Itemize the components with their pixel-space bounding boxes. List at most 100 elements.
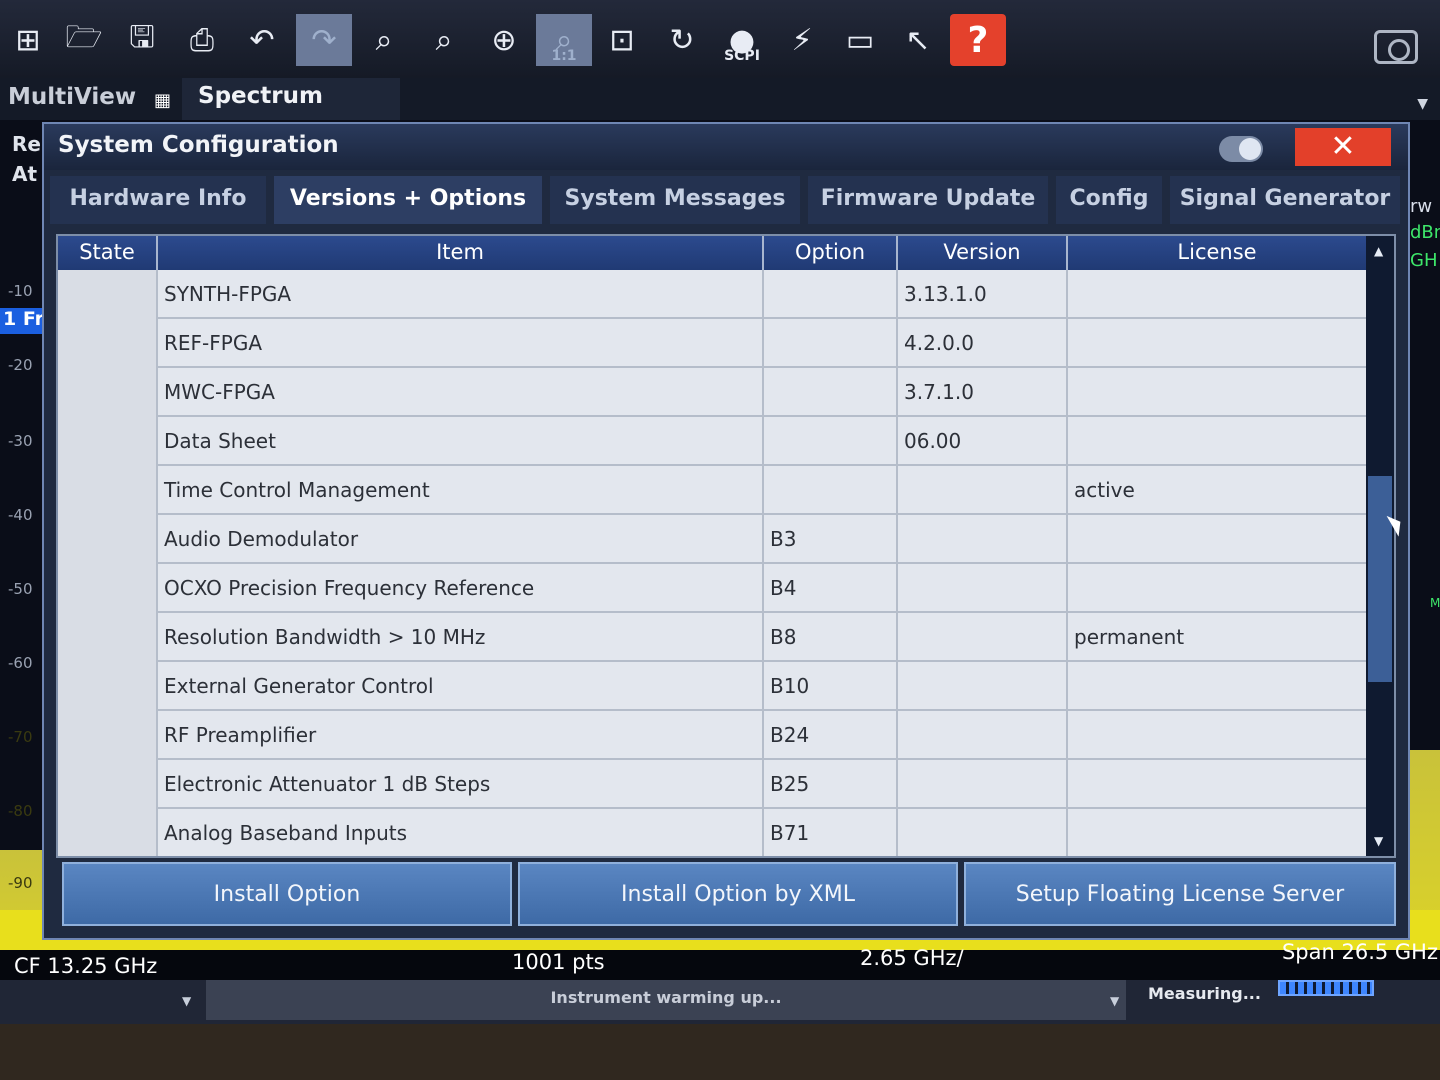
cell-item: RF Preamplifier [158,711,764,760]
cell-license [1068,809,1366,856]
cell-license [1068,319,1366,368]
cell-option [764,466,898,515]
cell-state [58,662,158,711]
status-dropdown[interactable] [8,988,202,1018]
cell-version: 3.7.1.0 [898,368,1068,417]
attenuation-stub: At [12,162,38,186]
dialog-title-bar[interactable]: System Configuration ✕ [44,124,1408,170]
cell-option: B71 [764,809,898,856]
tab-firmware-update[interactable]: Firmware Update [808,176,1048,224]
y-tick: -10 [8,282,33,300]
cell-option [764,319,898,368]
cell-item: Data Sheet [158,417,764,466]
header-option[interactable]: Option [764,236,898,270]
cell-item: Analog Baseband Inputs [158,809,764,856]
chevron-down-icon[interactable]: ▼ [1110,994,1119,1008]
open-folder-icon[interactable]: 🗁 [56,14,112,66]
cell-version [898,760,1068,809]
display-icon[interactable]: ▭ [832,14,888,66]
dialog-title: System Configuration [58,132,339,158]
transparency-toggle[interactable] [1219,136,1263,162]
undo-icon[interactable]: ↶ [234,14,290,66]
refresh-icon[interactable]: ↻ [654,14,710,66]
y-tick: -70 [8,728,33,746]
cell-item: Time Control Management [158,466,764,515]
header-version[interactable]: Version [898,236,1068,270]
cell-version [898,809,1068,856]
multi-zoom-icon[interactable]: ⌕ [416,14,472,66]
table-row[interactable]: RF Preamplifier B24 [58,711,1366,760]
tab-system-messages[interactable]: System Messages [550,176,800,224]
table-row[interactable]: Data Sheet 06.00 [58,417,1366,466]
header-license[interactable]: License [1068,236,1366,270]
full-screen-icon[interactable]: ⊡ [594,14,650,66]
status-message[interactable]: Instrument warming up... [206,980,1126,1020]
cell-version [898,564,1068,613]
setup-floating-license-button[interactable]: Setup Floating License Server [964,862,1396,926]
table-row[interactable]: MWC-FPGA 3.7.1.0 [58,368,1366,417]
y-tick: -30 [8,432,33,450]
cell-state [58,711,158,760]
chevron-down-icon[interactable]: ▼ [1417,96,1428,112]
tab-signal-generator[interactable]: Signal Generator [1170,176,1400,224]
help-icon[interactable]: ? [950,14,1006,66]
system-configuration-dialog: System Configuration ✕ Hardware Info Ver… [42,122,1410,940]
camera-icon[interactable] [1374,30,1418,64]
cell-version [898,515,1068,564]
save-icon[interactable]: 🖫 [114,14,170,66]
cell-state [58,417,158,466]
close-button[interactable]: ✕ [1295,128,1391,166]
windows-icon[interactable]: ⊞ [0,14,56,66]
cell-license [1068,368,1366,417]
cell-state [58,613,158,662]
table-row[interactable]: Time Control Management active [58,466,1366,515]
header-state[interactable]: State [58,236,158,270]
zoom-in-icon[interactable]: ⊕ [476,14,532,66]
cell-option: B25 [764,760,898,809]
cell-state [58,515,158,564]
y-tick: -40 [8,506,33,524]
tab-config[interactable]: Config [1056,176,1162,224]
cell-option [764,417,898,466]
zoom-off-icon[interactable]: ⌕ 1:1 [536,14,592,66]
scrollbar-thumb[interactable] [1368,476,1392,682]
table-row[interactable]: Electronic Attenuator 1 dB Steps B25 [58,760,1366,809]
table-row[interactable]: REF-FPGA 4.2.0.0 [58,319,1366,368]
cell-state [58,760,158,809]
scrollbar[interactable]: ▲ ▼ [1366,236,1394,856]
help-pointer-icon[interactable]: ↖ [890,14,946,66]
zoom-icon[interactable]: ⌕ [356,14,412,66]
scpi-icon[interactable]: ● SCPI [714,14,770,66]
chevron-down-icon[interactable]: ▼ [182,994,191,1008]
scroll-down-icon[interactable]: ▼ [1374,834,1383,848]
marker-stub: M [1430,596,1440,610]
scroll-up-icon[interactable]: ▲ [1374,244,1383,258]
table-row[interactable]: Analog Baseband Inputs B71 [58,809,1366,856]
cell-state [58,368,158,417]
table-row[interactable]: Resolution Bandwidth > 10 MHz B8 permanent [58,613,1366,662]
cell-license [1068,662,1366,711]
install-option-xml-button[interactable]: Install Option by XML [518,862,958,926]
table-row[interactable]: External Generator Control B10 [58,662,1366,711]
tab-versions-options[interactable]: Versions + Options [274,176,542,224]
table-row[interactable]: OCXO Precision Frequency Reference B4 [58,564,1366,613]
dialog-button-row: Install Option Install Option by XML Set… [62,862,1400,926]
frequency-per-division: 2.65 GHz/ [860,946,964,970]
cell-license [1068,515,1366,564]
table-row[interactable]: Audio Demodulator B3 [58,515,1366,564]
cell-version: 4.2.0.0 [898,319,1068,368]
multiview-tab[interactable]: MultiView [8,84,136,110]
print-icon[interactable]: ⎙ [174,14,230,66]
marker-freq-stub: GH [1410,250,1438,271]
table-row[interactable]: SYNTH-FPGA 3.13.1.0 [58,270,1366,319]
rbw-stub: rw [1410,196,1433,217]
sequencer-icon[interactable]: ⚡ [774,14,830,66]
redo-icon[interactable]: ↷ [296,14,352,66]
cell-option [764,368,898,417]
spectrum-tab[interactable]: Spectrum [182,78,400,120]
cell-option: B3 [764,515,898,564]
install-option-button[interactable]: Install Option [62,862,512,926]
header-item[interactable]: Item [158,236,764,270]
monitor-bezel [0,1024,1440,1080]
tab-hardware-info[interactable]: Hardware Info [50,176,266,224]
